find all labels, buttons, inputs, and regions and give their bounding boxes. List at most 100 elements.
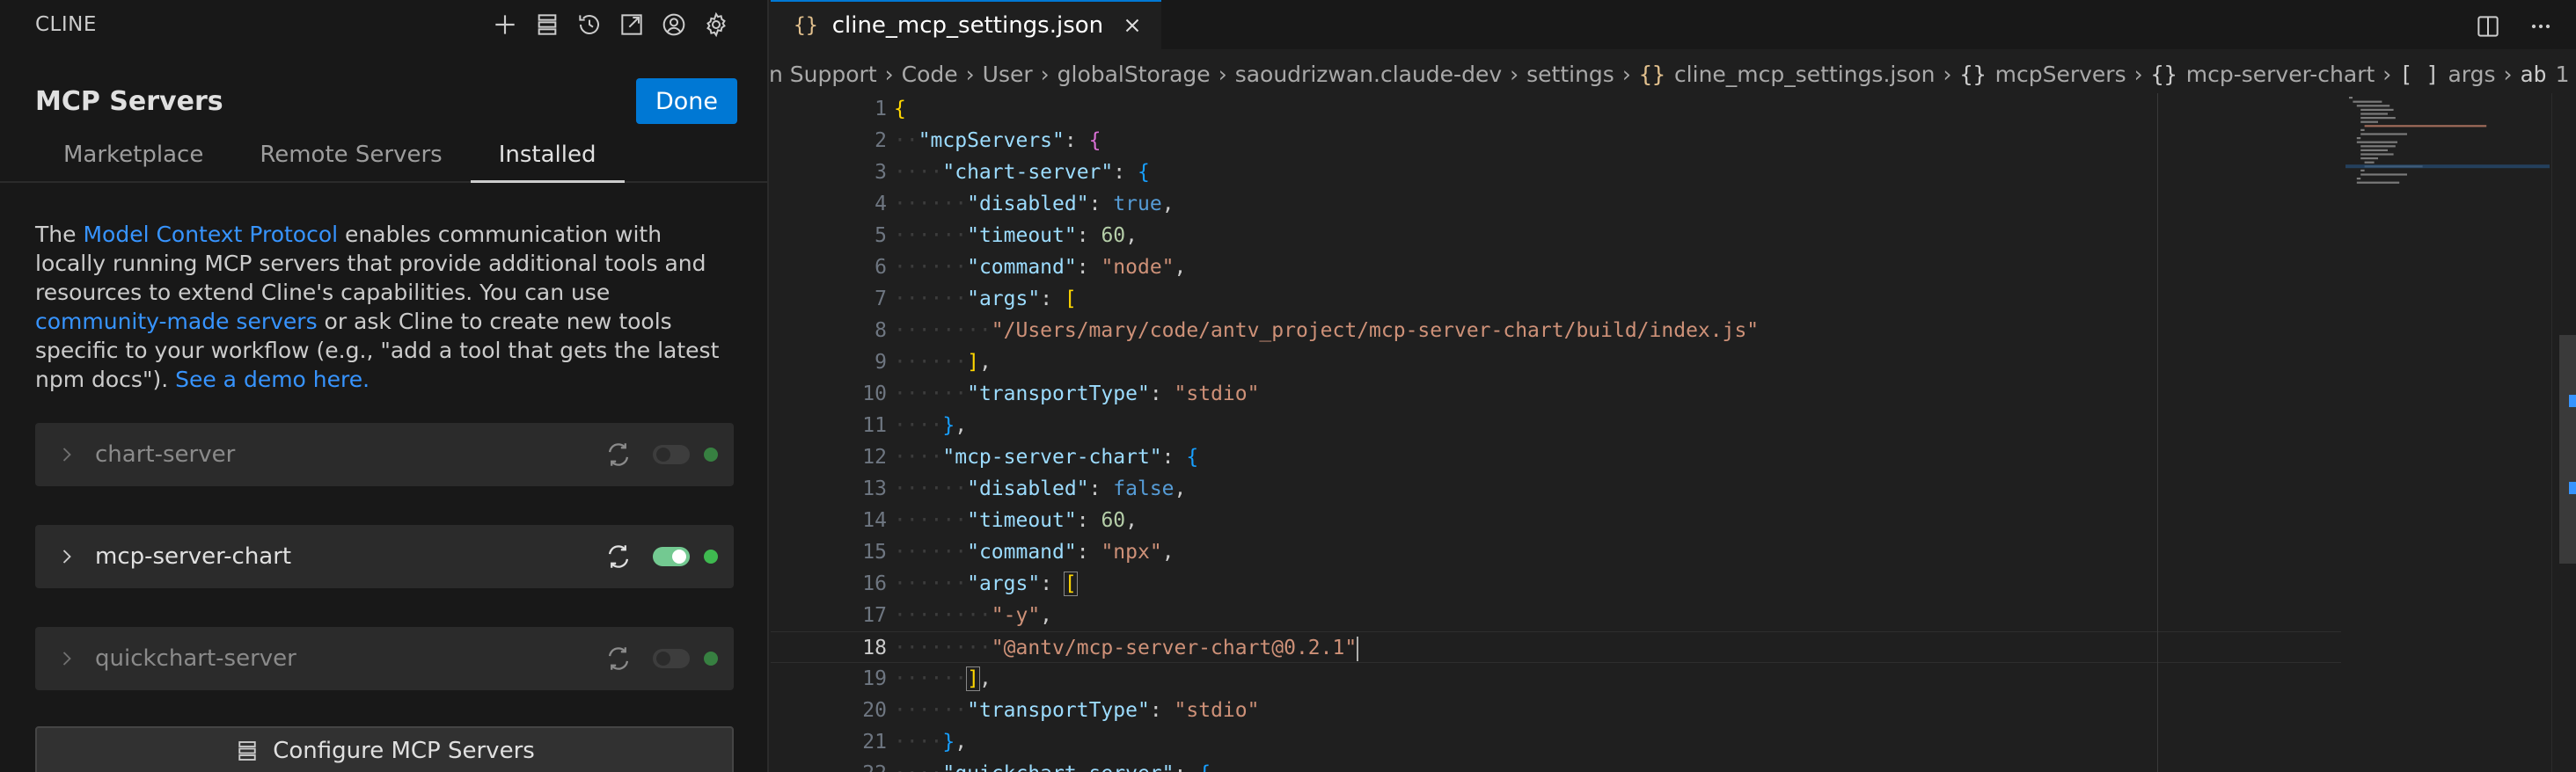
- refresh-icon[interactable]: [604, 542, 633, 572]
- close-icon[interactable]: [1121, 14, 1144, 37]
- vertical-ruler: [2157, 93, 2158, 772]
- code-text: ····"chart-server": {: [894, 161, 1150, 184]
- code-line[interactable]: 14 ······"timeout": 60,: [771, 505, 2341, 536]
- refresh-icon[interactable]: [604, 644, 633, 674]
- code-line[interactable]: 20 ······"transportType": "stdio": [771, 695, 2341, 726]
- server-stack-icon[interactable]: [531, 9, 563, 40]
- line-number: 21: [862, 731, 887, 754]
- line-number: 12: [862, 446, 887, 469]
- code-text: {: [894, 98, 906, 120]
- minimap-line: [2360, 113, 2388, 115]
- minimap-line: [2360, 149, 2388, 151]
- breadcrumb-item[interactable]: User: [983, 62, 1033, 87]
- server-name: quickchart-server: [95, 645, 296, 672]
- chevron-right-icon[interactable]: [55, 544, 79, 569]
- breadcrumb-item[interactable]: args: [2448, 62, 2495, 87]
- code-line[interactable]: 22····"quickchart-server": {: [771, 758, 2341, 772]
- code-area[interactable]: 1{2 ··"mcpServers": {3 ····"chart-server":…: [771, 93, 2576, 772]
- server-toggle[interactable]: [653, 547, 690, 566]
- code-line[interactable]: 8 ········"/Users/mary/code/antv_project/…: [771, 315, 2341, 346]
- code-line[interactable]: 7 ······"args": [: [771, 283, 2341, 315]
- json-file-icon: {}: [1638, 61, 1665, 87]
- plus-icon[interactable]: [489, 9, 521, 40]
- refresh-icon[interactable]: [604, 440, 633, 470]
- line-number: 4: [875, 193, 887, 215]
- breadcrumb-item[interactable]: 1: [2556, 62, 2570, 87]
- code-line[interactable]: 16 ······"args": [: [771, 568, 2341, 600]
- chevron-right-icon[interactable]: [55, 646, 79, 671]
- line-number: 15: [862, 541, 887, 564]
- server-row-mcp-server-chart[interactable]: mcp-server-chart: [35, 525, 734, 588]
- code-line[interactable]: 4 ······"disabled": true,: [771, 188, 2341, 220]
- server-row-quickchart-server[interactable]: quickchart-server: [35, 627, 734, 690]
- json-file-icon: {}: [794, 14, 818, 37]
- tab-remote-servers[interactable]: Remote Servers: [231, 135, 470, 183]
- line-number: 16: [862, 572, 887, 595]
- cline-header: CLINE: [0, 0, 767, 49]
- server-name: mcp-server-chart: [95, 543, 292, 570]
- minimap[interactable]: [2345, 93, 2574, 772]
- breadcrumb-item[interactable]: settings: [1526, 62, 1614, 87]
- account-icon[interactable]: [658, 9, 690, 40]
- code-line[interactable]: 6 ······"command": "node",: [771, 251, 2341, 283]
- popout-icon[interactable]: [616, 9, 648, 40]
- code-line[interactable]: 10 ······"transportType": "stdio": [771, 378, 2341, 410]
- breadcrumb-item[interactable]: Code: [902, 62, 958, 87]
- line-number: 6: [875, 256, 887, 279]
- server-stack-icon: [238, 741, 256, 761]
- code-line[interactable]: 19 ······],: [771, 663, 2341, 695]
- code-line[interactable]: 12 ····"mcp-server-chart": {: [771, 441, 2341, 473]
- scrollbar-thumb[interactable]: [2559, 335, 2576, 564]
- breadcrumb-item[interactable]: saoudrizwan.claude-dev: [1235, 62, 1502, 87]
- code-line[interactable]: 15 ······"command": "npx",: [771, 536, 2341, 568]
- code-line[interactable]: 13 ······"disabled": false,: [771, 473, 2341, 505]
- vertical-scrollbar[interactable]: [2551, 93, 2576, 772]
- breadcrumb-item[interactable]: globalStorage: [1057, 62, 1211, 87]
- line-number: 7: [875, 288, 887, 310]
- chevron-right-icon[interactable]: [55, 442, 79, 467]
- tab-marketplace[interactable]: Marketplace: [35, 135, 231, 183]
- code-editor: {} cline_mcp_settings.json n Support › Co…: [769, 0, 2576, 772]
- editor-tab[interactable]: {} cline_mcp_settings.json: [771, 0, 1162, 49]
- minimap-line: [2360, 128, 2365, 131]
- code-line[interactable]: 9 ······],: [771, 346, 2341, 378]
- see-demo-link[interactable]: See a demo here.: [175, 367, 370, 392]
- server-toggle[interactable]: [653, 649, 690, 668]
- server-toggle[interactable]: [653, 445, 690, 464]
- minimap-line: [2356, 181, 2400, 184]
- split-editor-icon[interactable]: [2472, 11, 2504, 42]
- breadcrumb-item[interactable]: n Support: [769, 62, 877, 87]
- breadcrumb-item[interactable]: mcp-server-chart: [2186, 62, 2375, 87]
- code-text: ······],: [894, 666, 992, 691]
- model-context-protocol-link[interactable]: Model Context Protocol: [83, 222, 338, 247]
- minimap-cursor-highlight: [2345, 164, 2550, 169]
- editor-actions: [2451, 11, 2557, 42]
- line-number: 2: [875, 129, 887, 152]
- tab-installed[interactable]: Installed: [470, 135, 625, 183]
- done-button[interactable]: Done: [635, 78, 737, 124]
- configure-mcp-servers-button[interactable]: Configure MCP Servers: [35, 726, 734, 772]
- minimap-line: [2356, 105, 2390, 107]
- minimap-line: [2356, 178, 2361, 180]
- more-icon[interactable]: [2525, 11, 2557, 42]
- community-servers-link[interactable]: community-made servers: [35, 309, 318, 334]
- history-icon[interactable]: [574, 9, 605, 40]
- code-line[interactable]: 5 ······"timeout": 60,: [771, 220, 2341, 251]
- code-line[interactable]: 11 ····},: [771, 410, 2341, 441]
- code-text: ······"disabled": true,: [894, 193, 1175, 215]
- minimap-line: [2360, 117, 2396, 120]
- breadcrumb-item[interactable]: mcpServers: [1995, 62, 2126, 87]
- code-line[interactable]: 1{: [771, 93, 2341, 125]
- line-number: 22: [771, 758, 887, 772]
- gear-icon[interactable]: [700, 9, 732, 40]
- code-line[interactable]: 17 ········"-y",: [771, 600, 2341, 631]
- code-line[interactable]: 21 ····},: [771, 726, 2341, 758]
- code-line[interactable]: 3 ····"chart-server": {: [771, 157, 2341, 188]
- breadcrumb-item[interactable]: cline_mcp_settings.json: [1674, 62, 1936, 87]
- minimap-line: [2349, 97, 2353, 99]
- code-line[interactable]: 2 ··"mcpServers": {: [771, 125, 2341, 157]
- status-dot: [704, 550, 718, 564]
- code-line[interactable]: 18 ········"@antv/mcp-server-chart@0.2.1": [771, 631, 2341, 663]
- server-row-chart-server[interactable]: chart-server: [35, 423, 734, 486]
- editor-tab-bar: {} cline_mcp_settings.json: [771, 0, 2576, 49]
